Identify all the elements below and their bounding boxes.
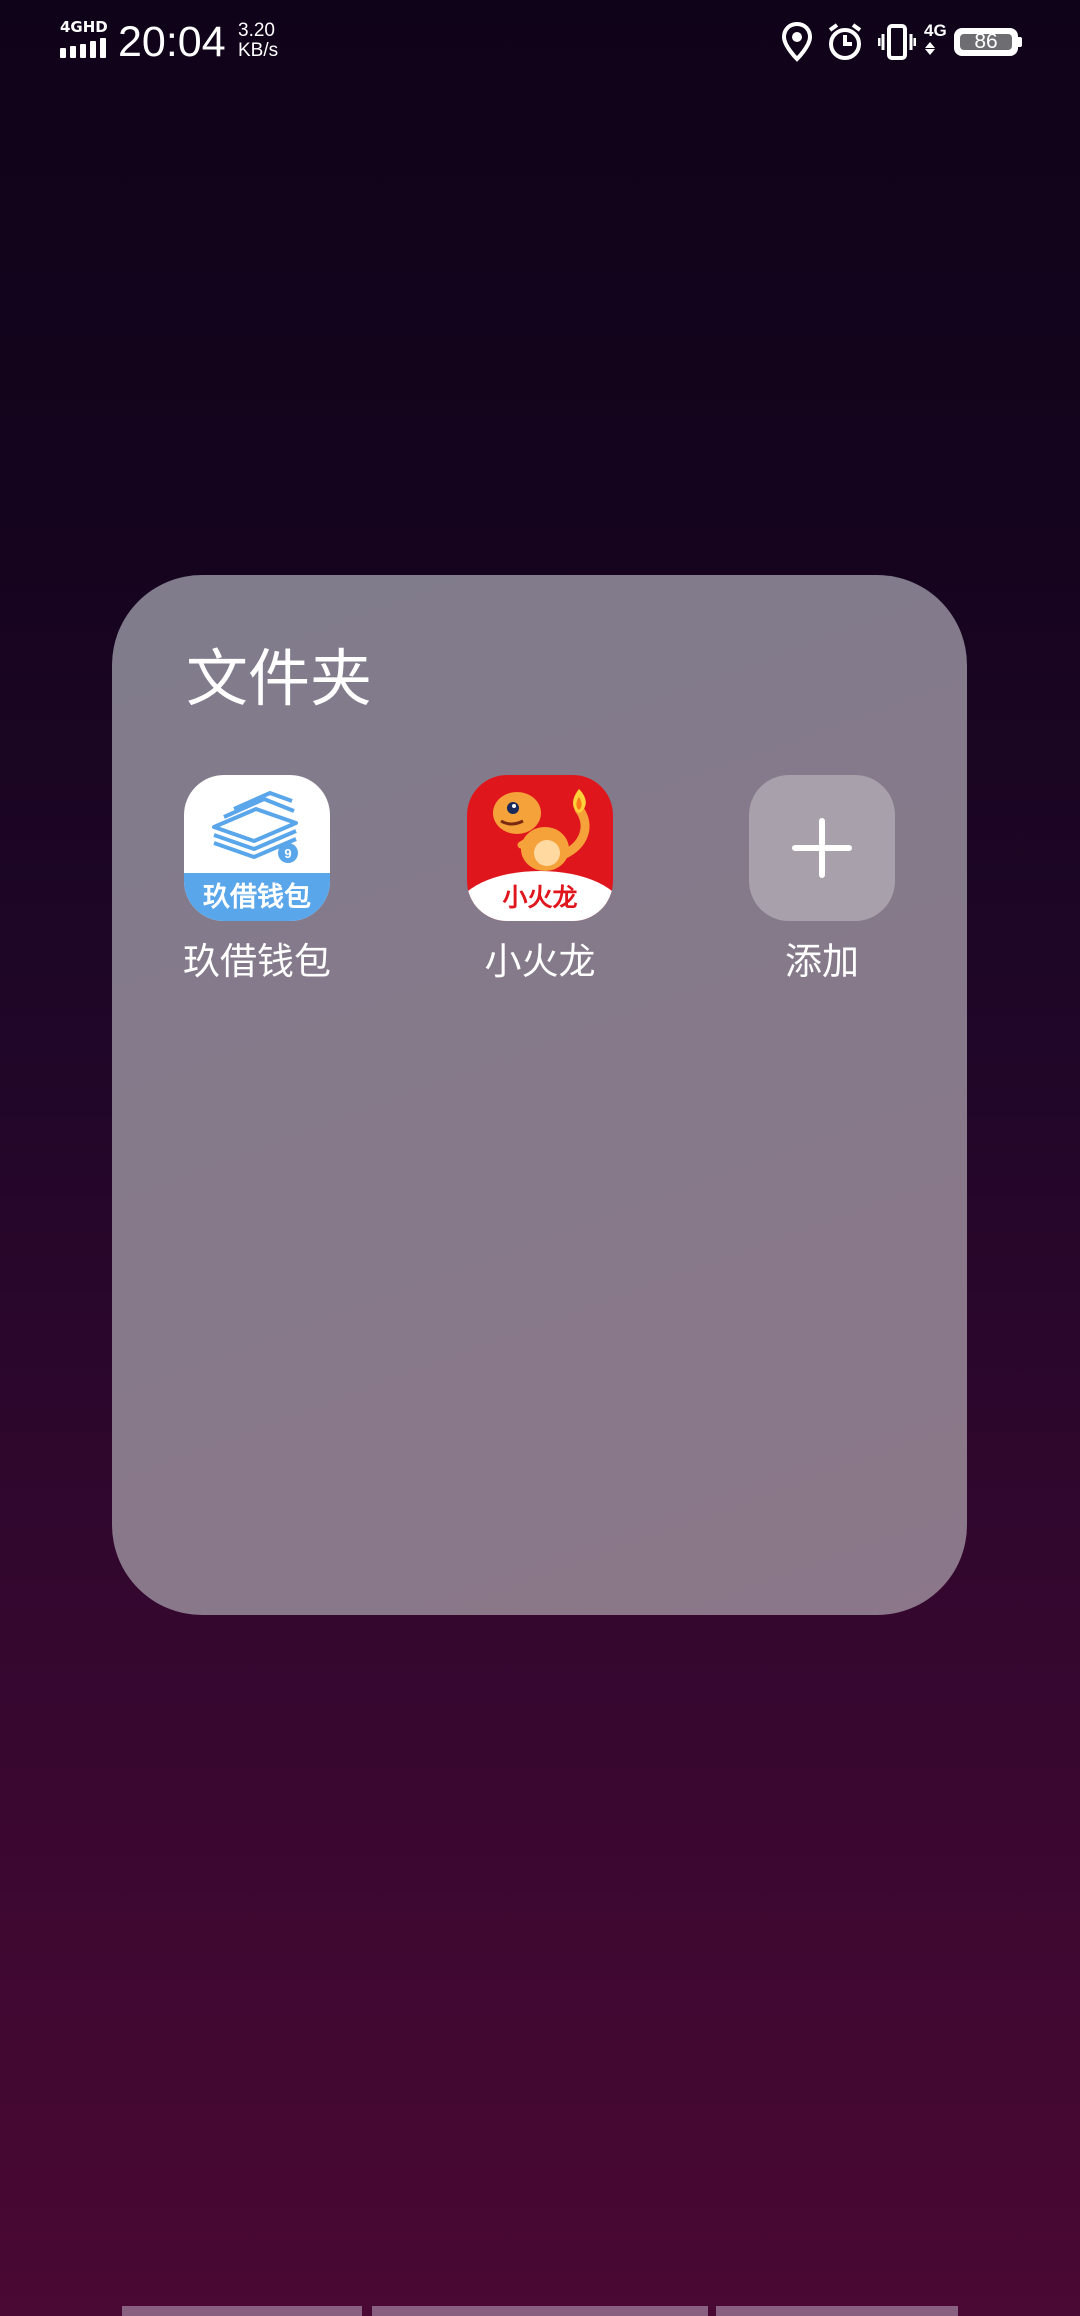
- app-label-jiujie-wallet: 玖借钱包: [183, 940, 331, 983]
- vibrate-icon: [878, 24, 916, 60]
- dock-hint-bar: [122, 2306, 362, 2316]
- mobile-data-label: 4G: [924, 21, 947, 40]
- battery-level: 86: [974, 30, 998, 53]
- app-label-add: 添加: [785, 940, 859, 983]
- xiaohuolong-icon-text: 小火龙: [502, 883, 578, 912]
- network-speed: 3.20 KB/s: [238, 21, 278, 61]
- app-label-xiaohuolong: 小火龙: [484, 940, 596, 983]
- xiaohuolong-app-icon[interactable]: 小火龙: [467, 775, 613, 921]
- dragon-mascot-icon: [493, 789, 590, 871]
- dock-hint-bar: [372, 2306, 708, 2316]
- money-stack-icon: 9: [212, 791, 298, 863]
- location-icon: [782, 22, 812, 62]
- jiujie-wallet-app-icon[interactable]: 9 玖借钱包: [184, 775, 330, 921]
- svg-text:9: 9: [284, 846, 291, 861]
- app-folder: 文件夹 9 玖借钱包 玖借钱包 小火龙 小火龙 添加: [112, 575, 967, 1615]
- mobile-data-icon: 4G: [924, 22, 954, 62]
- status-bar: 4GHD 20:04 3.20 KB/s 4G 86: [0, 0, 1080, 86]
- folder-title[interactable]: 文件夹: [186, 643, 372, 715]
- battery-nub: [1018, 37, 1022, 47]
- dock-hint-bar: [716, 2306, 958, 2316]
- dock-hint: [0, 2306, 1080, 2316]
- signal-icon: 4GHD: [60, 18, 108, 60]
- status-time: 20:04: [118, 18, 226, 66]
- jiujie-wallet-icon-text: 玖借钱包: [203, 882, 311, 913]
- battery-icon: 86: [954, 28, 1018, 56]
- plus-icon: [792, 818, 852, 878]
- network-speed-value: 3.20: [238, 20, 275, 41]
- network-speed-unit: KB/s: [238, 40, 279, 61]
- network-type-label: 4GHD: [60, 18, 108, 36]
- alarm-icon: [828, 23, 862, 60]
- add-app-icon-tile[interactable]: [749, 775, 895, 921]
- status-icons: 4G 86: [782, 22, 1022, 64]
